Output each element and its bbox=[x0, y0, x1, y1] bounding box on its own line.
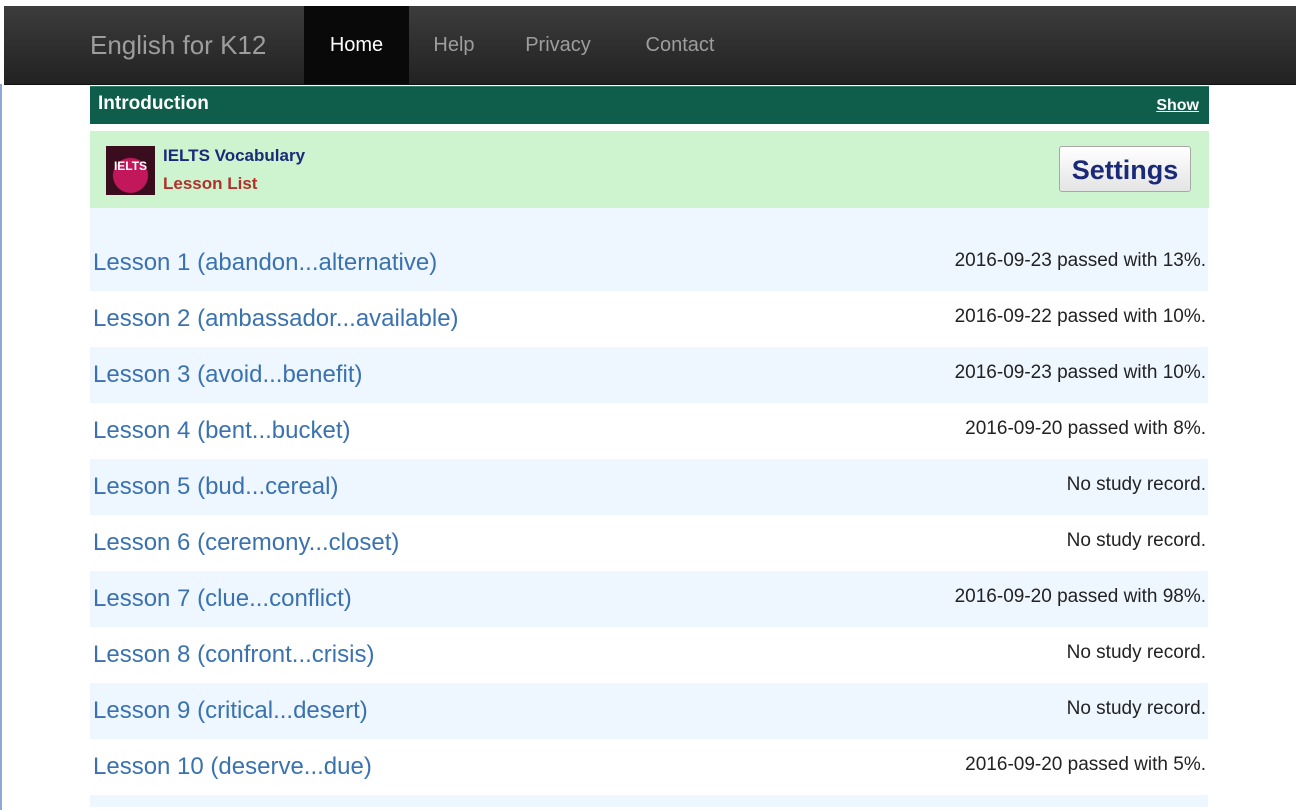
lesson-link[interactable]: Lesson 4 (bent...bucket) bbox=[93, 403, 350, 459]
window-left-border bbox=[0, 84, 2, 810]
lesson-link[interactable]: Lesson 6 (ceremony...closet) bbox=[93, 515, 399, 571]
course-subtitle: Lesson List bbox=[163, 174, 258, 193]
lesson-row: Lesson 3 (avoid...benefit) 2016-09-23 pa… bbox=[90, 347, 1208, 403]
lesson-list: Lesson 1 (abandon...alternative) 2016-09… bbox=[90, 208, 1208, 807]
introduction-header: Introduction Show bbox=[90, 86, 1209, 124]
lesson-row: Lesson 7 (clue...conflict) 2016-09-20 pa… bbox=[90, 571, 1208, 627]
lesson-row: Lesson 9 (critical...desert) No study re… bbox=[90, 683, 1208, 739]
ielts-logo-icon: IELTS bbox=[106, 146, 155, 195]
course-title: IELTS Vocabulary bbox=[163, 146, 306, 165]
brand-link[interactable]: English for K12 bbox=[90, 6, 266, 84]
top-navbar: English for K12 Home Help Privacy Contac… bbox=[4, 6, 1296, 85]
lesson-status: 2016-09-20 passed with 5%. bbox=[965, 754, 1206, 775]
lesson-link[interactable]: Lesson 1 (abandon...alternative) bbox=[93, 235, 437, 291]
lesson-status: No study record. bbox=[1066, 530, 1206, 551]
lesson-status: 2016-09-23 passed with 10%. bbox=[954, 362, 1206, 383]
lesson-link[interactable]: Lesson 7 (clue...conflict) bbox=[93, 571, 352, 627]
lesson-status: 2016-09-22 passed with 10%. bbox=[954, 306, 1206, 327]
lesson-status: No study record. bbox=[1066, 474, 1206, 495]
lesson-row: Lesson 8 (confront...crisis) No study re… bbox=[90, 627, 1208, 683]
lesson-row: Lesson 1 (abandon...alternative) 2016-09… bbox=[90, 235, 1208, 291]
lesson-row: Lesson 6 (ceremony...closet) No study re… bbox=[90, 515, 1208, 571]
lesson-status: No study record. bbox=[1066, 698, 1206, 719]
introduction-title: Introduction bbox=[98, 93, 209, 114]
lesson-link[interactable]: Lesson 3 (avoid...benefit) bbox=[93, 347, 363, 403]
nav-privacy[interactable]: Privacy bbox=[499, 6, 617, 84]
course-header: IELTS IELTS Vocabulary Lesson List Setti… bbox=[90, 131, 1209, 208]
nav-home[interactable]: Home bbox=[304, 6, 409, 84]
lesson-link[interactable]: Lesson 8 (confront...crisis) bbox=[93, 627, 374, 683]
lesson-link[interactable]: Lesson 9 (critical...desert) bbox=[93, 683, 368, 739]
settings-button[interactable]: Settings bbox=[1059, 146, 1191, 192]
lesson-row: Lesson 5 (bud...cereal) No study record. bbox=[90, 459, 1208, 515]
lesson-status: No study record. bbox=[1066, 642, 1206, 663]
introduction-show-link[interactable]: Show bbox=[1156, 87, 1199, 125]
lesson-link[interactable]: Lesson 5 (bud...cereal) bbox=[93, 459, 338, 515]
list-next-row-partial bbox=[90, 795, 1208, 807]
lesson-row: Lesson 10 (deserve...due) 2016-09-20 pas… bbox=[90, 739, 1208, 795]
lesson-row: Lesson 4 (bent...bucket) 2016-09-20 pass… bbox=[90, 403, 1208, 459]
lesson-status: 2016-09-20 passed with 8%. bbox=[965, 418, 1206, 439]
list-top-spacer bbox=[90, 208, 1208, 235]
lesson-status: 2016-09-20 passed with 98%. bbox=[954, 586, 1206, 607]
lesson-link[interactable]: Lesson 10 (deserve...due) bbox=[93, 739, 372, 795]
nav-contact[interactable]: Contact bbox=[617, 6, 743, 84]
lesson-link[interactable]: Lesson 2 (ambassador...available) bbox=[93, 291, 459, 347]
nav-help[interactable]: Help bbox=[409, 6, 499, 84]
lesson-row: Lesson 2 (ambassador...available) 2016-0… bbox=[90, 291, 1208, 347]
lesson-status: 2016-09-23 passed with 13%. bbox=[954, 250, 1206, 271]
